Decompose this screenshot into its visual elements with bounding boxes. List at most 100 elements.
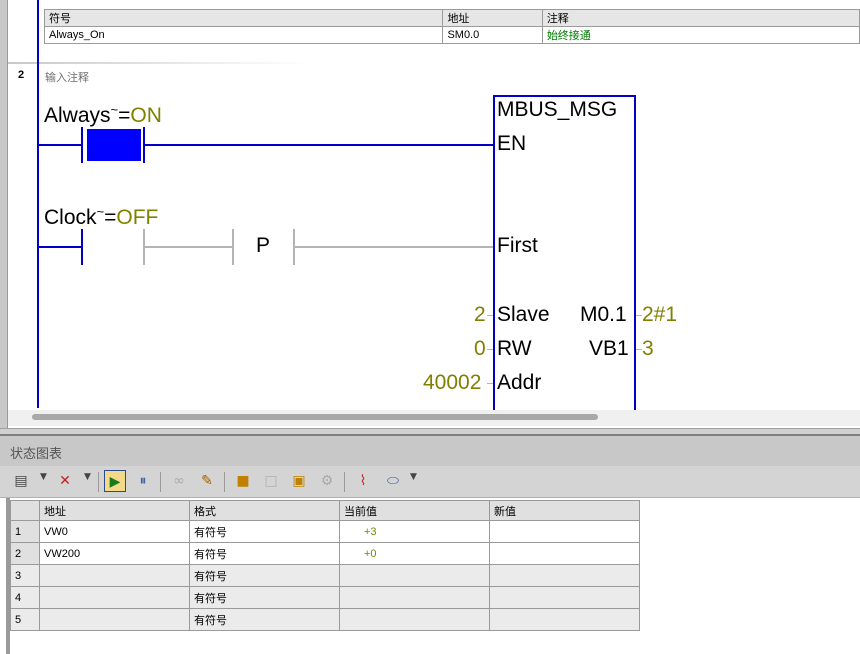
unlock-all-icon[interactable]: ▣: [288, 470, 310, 492]
network-number: 2: [18, 69, 25, 81]
block-input-slave: Slave: [497, 303, 550, 326]
header-address: 地址: [39, 500, 190, 521]
header-address: 地址: [442, 9, 543, 27]
new-value-cell[interactable]: [489, 542, 640, 565]
format-cell[interactable]: 有符号: [189, 520, 340, 543]
block-title: MBUS_MSG: [497, 98, 618, 121]
status-chart-title: 状态图表: [0, 436, 860, 466]
block-input-addr: Addr: [497, 371, 542, 394]
out1-value[interactable]: 2#1: [642, 303, 677, 327]
block-output-vb1: VB1: [589, 337, 629, 360]
p-contact-label[interactable]: P: [256, 234, 270, 258]
contact2-label: Clock~=OFF: [44, 200, 158, 230]
current-value-cell: [339, 608, 490, 631]
new-value-cell[interactable]: [489, 608, 640, 631]
table-row[interactable]: 3 有符号: [10, 564, 640, 587]
contact2-name: Clock: [44, 206, 97, 229]
status-chart-pane: 状态图表 ▤ ▼ ✕ ▼ ▶ ⏸ ∞ ✎ ■ □ ▣ ⚙ ⌇ ⬭ ▼ 地址 格式…: [0, 436, 860, 654]
row-number: 4: [10, 586, 40, 609]
pane-splitter[interactable]: [0, 428, 860, 436]
addr-stub: [487, 383, 493, 384]
out2-value[interactable]: 3: [642, 337, 654, 361]
address-cell[interactable]: VW200: [39, 542, 190, 565]
trend-view-icon[interactable]: ⌇: [352, 470, 374, 492]
toolbar-separator: [98, 472, 99, 492]
contact1-name: Always: [44, 104, 111, 127]
delete-row-icon[interactable]: ✕: [54, 470, 76, 492]
header-format: 格式: [189, 500, 340, 521]
table-row[interactable]: 2 VW200 有符号 +0: [10, 542, 640, 565]
current-value-cell: [339, 586, 490, 609]
symbol-table-header: 符号 地址 注释: [43, 9, 860, 27]
symbol-table-row[interactable]: Always_On SM0.0 始终接通: [43, 26, 860, 44]
contact1-state: ON: [130, 104, 162, 127]
symbol-name: Always_On: [43, 26, 444, 44]
format-cell[interactable]: 有符号: [189, 542, 340, 565]
new-value-cell[interactable]: [489, 520, 640, 543]
addr-value[interactable]: 40002: [423, 371, 481, 395]
lad-editor[interactable]: 符号 地址 注释 Always_On SM0.0 始终接通 2 输入注释 Alw…: [0, 0, 860, 430]
format-cell[interactable]: 有符号: [189, 608, 340, 631]
toolbar-separator: [344, 472, 345, 492]
unlock-icon[interactable]: □: [260, 470, 282, 492]
chevron-down-icon[interactable]: ▼: [410, 472, 417, 482]
contact2-tilde: ~: [96, 204, 105, 219]
row-number: 2: [10, 542, 40, 565]
rw-value[interactable]: 0: [474, 337, 486, 361]
wire-rung2-c: [294, 246, 494, 248]
wire-rung2-a: [38, 246, 82, 248]
symbol-table: 符号 地址 注释 Always_On SM0.0 始终接通: [43, 9, 860, 44]
wire-rung1-b: [144, 144, 494, 146]
row-number: 5: [10, 608, 40, 631]
pause-icon[interactable]: ⏸: [132, 470, 154, 492]
editor-left-frame: [0, 0, 8, 430]
network-comment[interactable]: 输入注释: [45, 69, 89, 85]
new-value-cell[interactable]: [489, 586, 640, 609]
header-rownum: [10, 500, 40, 521]
contact1-on-indicator[interactable]: [87, 129, 141, 161]
contact2-left-bar[interactable]: [81, 229, 83, 265]
glasses-icon[interactable]: ∞: [168, 470, 190, 492]
format-cell[interactable]: 有符号: [189, 586, 340, 609]
row-number: 1: [10, 520, 40, 543]
address-cell[interactable]: VW0: [39, 520, 190, 543]
wire-rung2-b: [144, 246, 232, 248]
header-current-value: 当前值: [339, 500, 490, 521]
wire-rung1-a: [38, 144, 82, 146]
chevron-down-icon[interactable]: ▼: [84, 472, 91, 482]
slave-value[interactable]: 2: [474, 303, 486, 327]
tag-icon[interactable]: ⬭: [382, 470, 404, 492]
status-chart-table: 地址 格式 当前值 新值 1 VW0 有符号 +3 2 VW200 有符号 +0…: [10, 500, 640, 631]
insert-row-icon[interactable]: ▤: [10, 470, 32, 492]
contact1-left-bar: [81, 127, 83, 163]
block-output-m01: M0.1: [580, 303, 627, 326]
header-new-value: 新值: [489, 500, 640, 521]
table-row[interactable]: 4 有符号: [10, 586, 640, 609]
table-row[interactable]: 5 有符号: [10, 608, 640, 631]
current-value-cell: +0: [339, 542, 490, 565]
lock-icon[interactable]: ■: [232, 470, 254, 492]
new-value-cell[interactable]: [489, 564, 640, 587]
current-value-cell: +3: [339, 520, 490, 543]
address-cell[interactable]: [39, 586, 190, 609]
address-cell[interactable]: [39, 564, 190, 587]
chevron-down-icon[interactable]: ▼: [40, 472, 47, 482]
format-cell[interactable]: 有符号: [189, 564, 340, 587]
pencil-icon[interactable]: ✎: [196, 470, 218, 492]
chart-status-icon[interactable]: ▶: [104, 470, 126, 492]
contact2-eq: =: [104, 206, 117, 229]
toolbar-separator: [160, 472, 161, 492]
row-number: 3: [10, 564, 40, 587]
p-left-bar: [232, 229, 234, 265]
scrollbar-thumb[interactable]: [32, 414, 598, 420]
symbol-address: SM0.0: [442, 26, 543, 44]
toolbar-separator: [224, 472, 225, 492]
read-forced-icon[interactable]: ⚙: [316, 470, 338, 492]
network-divider: [8, 62, 308, 64]
header-comment: 注释: [541, 9, 860, 27]
contact1-tilde: ~: [110, 102, 119, 117]
address-cell[interactable]: [39, 608, 190, 631]
table-row[interactable]: 1 VW0 有符号 +3: [10, 520, 640, 543]
symbol-comment: 始终接通: [541, 26, 860, 44]
contact1-label: Always~=ON: [44, 98, 162, 128]
